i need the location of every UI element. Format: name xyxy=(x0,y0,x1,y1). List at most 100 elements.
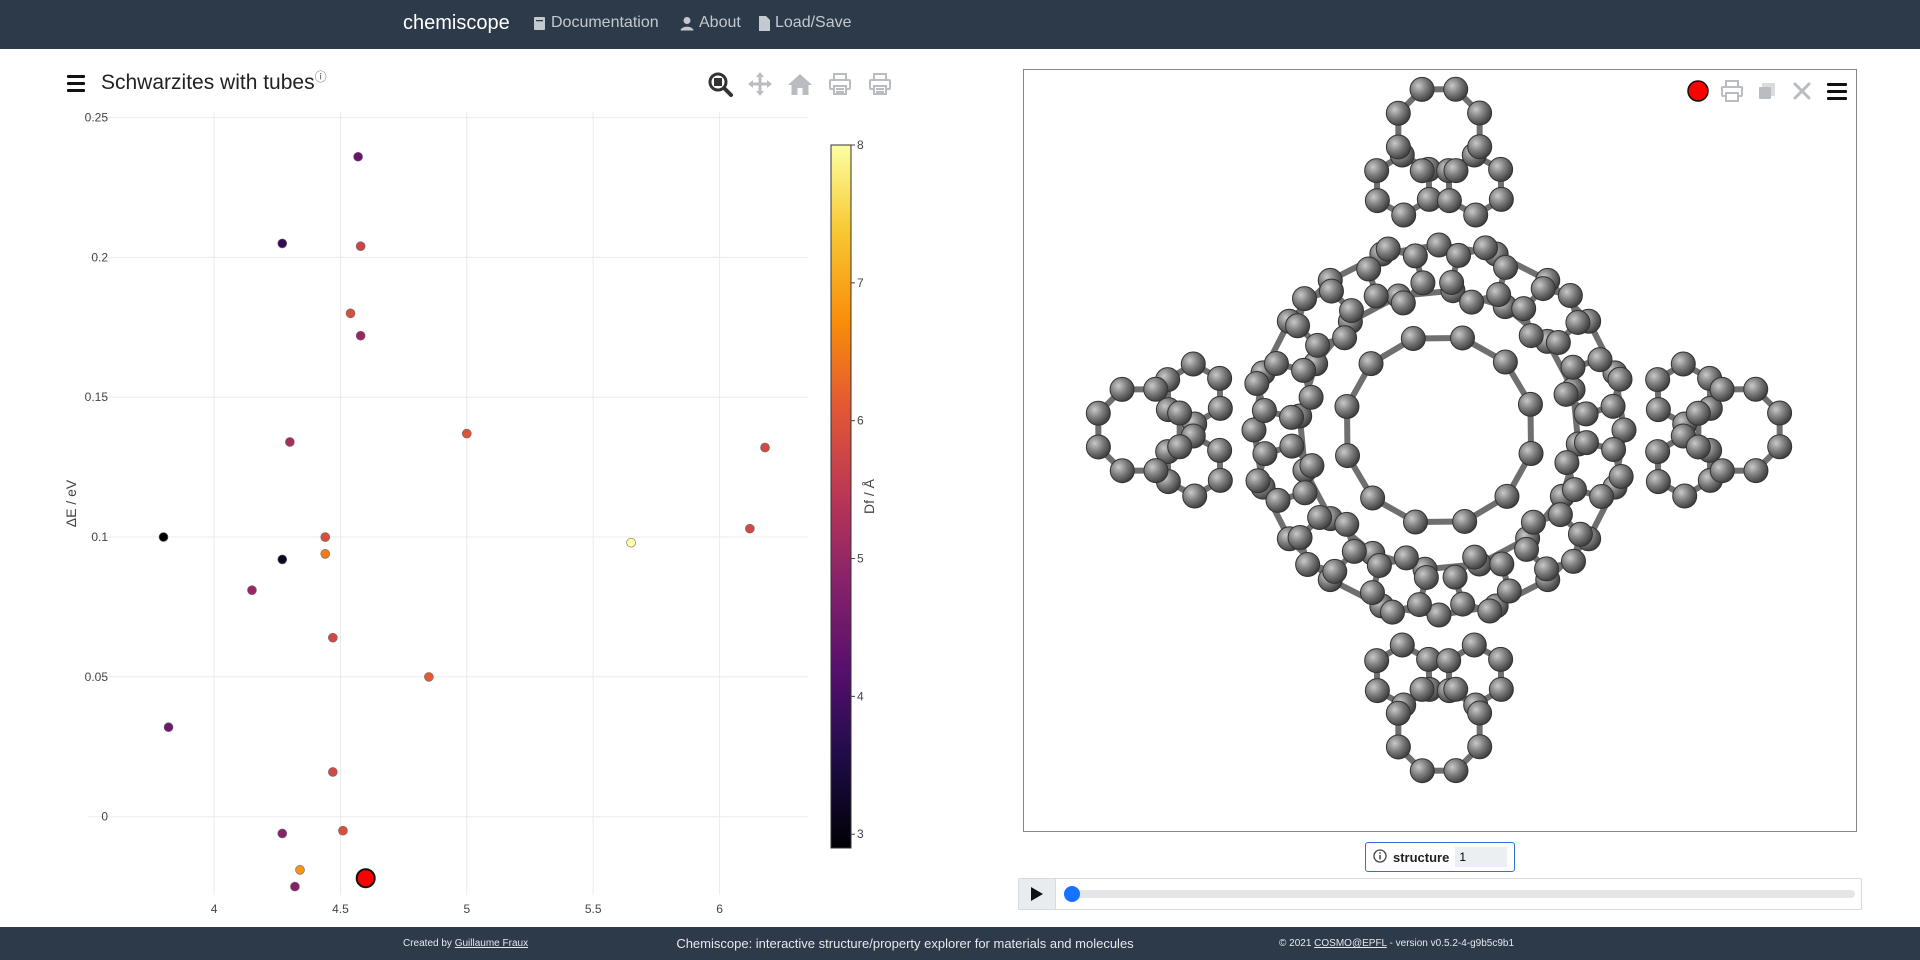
carbon-atom xyxy=(1767,434,1793,460)
carbon-atom xyxy=(1287,525,1313,551)
carbon-atom xyxy=(1402,243,1428,269)
data-point[interactable] xyxy=(295,865,305,875)
structure-slider-thumb[interactable] xyxy=(1064,886,1080,902)
structure-label: structure xyxy=(1393,849,1450,865)
play-button[interactable] xyxy=(1019,879,1056,909)
carbon-atom xyxy=(1518,441,1544,467)
nav-about[interactable]: About xyxy=(680,14,741,32)
data-point[interactable] xyxy=(345,308,356,319)
data-point[interactable] xyxy=(355,330,366,341)
data-point[interactable] xyxy=(163,722,174,733)
carbon-atom xyxy=(1359,580,1385,606)
data-point[interactable] xyxy=(328,632,338,643)
carbon-atom xyxy=(1685,434,1711,460)
carbon-atom xyxy=(1413,564,1439,590)
structure-index-box: structure xyxy=(1365,842,1515,872)
carbon-atom xyxy=(1492,349,1518,375)
data-point[interactable] xyxy=(355,241,366,252)
info-icon[interactable]: ⓘ xyxy=(315,70,327,84)
carbon-atom xyxy=(1335,443,1361,469)
data-point[interactable] xyxy=(353,151,363,162)
carbon-atom xyxy=(1530,276,1556,302)
cosmo-link[interactable]: COSMO@EPFL xyxy=(1314,938,1387,949)
carbon-atom xyxy=(1511,296,1537,322)
data-point[interactable] xyxy=(745,523,755,534)
carbon-atom xyxy=(1244,370,1270,396)
data-point[interactable] xyxy=(285,437,295,447)
carbon-atom xyxy=(1409,76,1435,102)
carbon-atom xyxy=(1743,376,1769,402)
carbon-atom xyxy=(1467,100,1493,126)
carbon-atom xyxy=(1291,357,1317,383)
carbon-atom xyxy=(1390,290,1416,316)
data-point[interactable] xyxy=(158,532,169,542)
data-points[interactable] xyxy=(158,151,770,892)
carbon-atom xyxy=(1410,270,1436,296)
carbon-atom xyxy=(1298,384,1324,410)
x-tick-label: 5.5 xyxy=(585,902,602,916)
y-tick-label: 0 xyxy=(101,810,108,824)
carbon-atom xyxy=(1685,400,1711,426)
print-screenshot-icon[interactable] xyxy=(1719,78,1745,104)
x-tick-label: 5 xyxy=(463,902,470,916)
carbon-atom xyxy=(1488,676,1514,702)
y-tick-label: 0.15 xyxy=(85,390,109,404)
data-point[interactable] xyxy=(320,549,331,559)
data-point[interactable] xyxy=(461,428,472,439)
brand-title[interactable]: chemiscope xyxy=(403,12,510,35)
structure-index-input[interactable] xyxy=(1455,847,1508,867)
duplicate-icon[interactable] xyxy=(1754,78,1780,104)
map-settings-menu-button[interactable] xyxy=(64,72,88,94)
carbon-atom xyxy=(1489,551,1515,577)
carbon-atom xyxy=(1085,434,1111,460)
colorbar-tick-label: 4 xyxy=(857,689,864,703)
selected-point-marker[interactable] xyxy=(355,868,376,889)
carbon-atom xyxy=(1672,483,1698,509)
carbon-atom xyxy=(1560,354,1586,380)
user-icon xyxy=(680,16,694,30)
data-point[interactable] xyxy=(277,238,288,249)
record-icon[interactable] xyxy=(1685,78,1711,104)
viewer-settings-menu-button[interactable] xyxy=(1824,78,1850,104)
download-svg-icon[interactable] xyxy=(866,70,894,98)
carbon-atom xyxy=(1600,393,1626,419)
close-icon[interactable] xyxy=(1789,78,1815,104)
pan-icon[interactable] xyxy=(746,70,774,98)
carbon-atom xyxy=(1364,648,1390,674)
carbon-atom xyxy=(1608,464,1634,490)
carbon-structure-model[interactable] xyxy=(1024,70,1856,831)
download-png-icon[interactable] xyxy=(826,70,854,98)
nav-load-save[interactable]: Load/Save xyxy=(759,14,852,32)
carbon-atom xyxy=(1385,700,1411,726)
data-point[interactable] xyxy=(424,672,434,682)
data-point[interactable] xyxy=(247,585,257,595)
carbon-atom xyxy=(1534,556,1560,582)
carbon-atom xyxy=(1207,365,1233,391)
nav-documentation[interactable]: Documentation xyxy=(533,14,659,32)
carbon-atom xyxy=(1494,483,1520,509)
scatter-plot[interactable]: 44.555.5600.050.10.150.20.25 345678 Rch … xyxy=(0,100,1000,920)
data-point[interactable] xyxy=(338,825,348,836)
data-point[interactable] xyxy=(760,442,770,453)
data-point[interactable] xyxy=(277,828,288,839)
structure-viewer[interactable] xyxy=(1023,69,1857,832)
zoom-icon[interactable] xyxy=(706,70,734,98)
data-point[interactable] xyxy=(277,554,288,565)
carbon-atom xyxy=(1299,453,1325,479)
carbon-atom xyxy=(1364,678,1390,704)
structure-slider-track[interactable] xyxy=(1071,890,1855,898)
info-icon[interactable] xyxy=(1373,848,1387,866)
carbon-atom xyxy=(1709,376,1735,402)
x-tick-label: 6 xyxy=(716,902,723,916)
home-icon[interactable] xyxy=(786,70,814,98)
data-point[interactable] xyxy=(290,881,300,892)
carbon-atom xyxy=(1496,578,1522,604)
data-point[interactable] xyxy=(320,532,331,542)
carbon-atom xyxy=(1645,367,1671,393)
carbon-atom xyxy=(1601,437,1627,463)
carbon-atom xyxy=(1375,236,1401,262)
data-point[interactable] xyxy=(328,767,338,777)
data-point[interactable] xyxy=(626,537,636,548)
carbon-atom xyxy=(1409,676,1435,702)
carbon-atom xyxy=(1488,646,1514,672)
